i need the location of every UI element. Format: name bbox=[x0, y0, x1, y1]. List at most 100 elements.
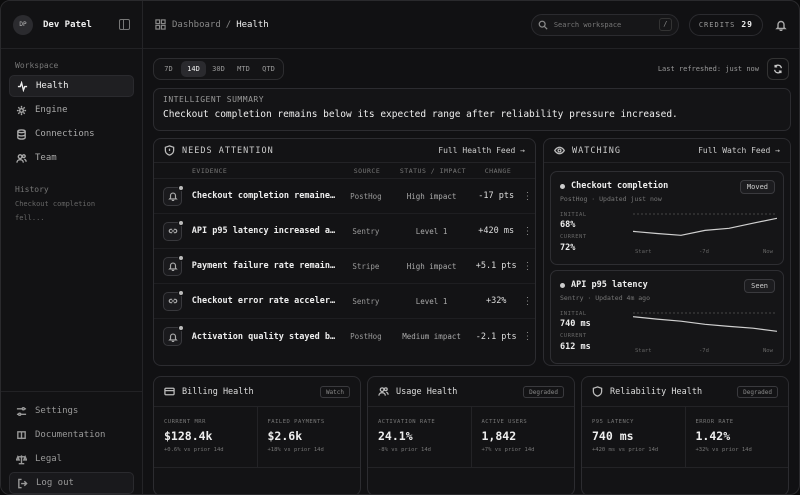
sidebar-footer: Settings Documentation Legal Log out bbox=[1, 391, 142, 494]
table-row[interactable]: API p95 latency increased after deploy Se… bbox=[154, 214, 535, 249]
table-row[interactable]: Checkout completion remained below range… bbox=[154, 179, 535, 214]
row-source: Sentry bbox=[352, 296, 380, 306]
range-mtd[interactable]: MTD bbox=[231, 61, 256, 77]
panel-header: NEEDS ATTENTION Full Health Feed → bbox=[154, 139, 535, 163]
link-icon bbox=[168, 228, 178, 234]
sidebar-item-connections[interactable]: Connections bbox=[9, 123, 134, 145]
full-watch-feed-link[interactable]: Full Watch Feed → bbox=[698, 146, 780, 155]
health-card-title: Billing Health bbox=[182, 386, 254, 397]
avatar[interactable]: DP bbox=[13, 14, 33, 35]
row-change: -17 pts bbox=[478, 191, 515, 201]
refresh-area: Last refreshed: just now bbox=[658, 58, 789, 80]
metric-cell: FAILED PAYMENTS $2.6k +18% vs prior 14d bbox=[256, 407, 361, 467]
range-30d[interactable]: 30D bbox=[206, 61, 231, 77]
notifications-button[interactable] bbox=[775, 19, 787, 31]
watch-card-subtitle: Sentry · Updated 4m ago bbox=[560, 294, 651, 302]
logout-button[interactable]: Log out bbox=[9, 472, 134, 494]
sidebar-item-engine[interactable]: Engine bbox=[9, 99, 134, 121]
top-bar: Dashboard / Health Search workspace / CR… bbox=[143, 1, 799, 49]
search-input[interactable]: Search workspace / bbox=[530, 13, 679, 36]
health-card-footer bbox=[368, 467, 574, 494]
col-change: CHANGE bbox=[484, 166, 512, 175]
row-icon-box bbox=[163, 184, 185, 206]
row-source: Sentry bbox=[352, 226, 380, 236]
health-card-title: Reliability Health bbox=[610, 386, 703, 397]
metric-delta: -8% vs prior 14d bbox=[378, 447, 431, 453]
metric-cell: ERROR RATE 1.42% +32% vs prior 14d bbox=[684, 407, 789, 467]
sidebar-item-legal[interactable]: Legal bbox=[9, 448, 134, 470]
current-label: CURRENT bbox=[560, 234, 587, 240]
table-row[interactable]: Checkout error rate accelerated Sentry Lev… bbox=[154, 284, 535, 319]
sidebar-item-settings[interactable]: Settings bbox=[9, 400, 134, 422]
row-status: Level 1 bbox=[415, 226, 448, 236]
breadcrumb-root[interactable]: Dashboard bbox=[172, 20, 221, 30]
watching-panel: WATCHING Full Watch Feed → Checkout comp… bbox=[543, 138, 791, 366]
health-card-footer bbox=[154, 467, 360, 494]
row-icon-cell bbox=[154, 184, 192, 206]
intelligent-summary: INTELLIGENT SUMMARY Checkout completion … bbox=[153, 88, 791, 131]
health-card-header: Billing Health Watch bbox=[154, 377, 360, 407]
search-icon bbox=[538, 20, 548, 30]
health-card-reliability-health[interactable]: Reliability Health Degraded P95 LATENCY 740… bbox=[581, 376, 789, 494]
health-card-header: Usage Health Degraded bbox=[368, 377, 574, 407]
sparkline-series bbox=[633, 217, 777, 236]
grid-icon bbox=[155, 19, 166, 30]
col-evidence: EVIDENCE bbox=[192, 166, 228, 175]
sidebar-item-documentation[interactable]: Documentation bbox=[9, 424, 134, 446]
table-row[interactable]: Activation quality stayed below range Pos… bbox=[154, 319, 535, 354]
health-card-usage-health[interactable]: Usage Health Degraded ACTIVATION RATE 24.1%… bbox=[367, 376, 575, 494]
watch-card-badge[interactable]: Moved bbox=[739, 180, 775, 194]
status-dot bbox=[178, 219, 185, 226]
sidebar-item-label: Connections bbox=[35, 129, 95, 139]
current-value: 612 ms bbox=[560, 342, 591, 352]
range-14d[interactable]: 14D bbox=[181, 61, 206, 77]
more-icon[interactable]: ⋮ bbox=[520, 296, 535, 307]
engine-icon bbox=[16, 105, 27, 115]
range-qtd[interactable]: QTD bbox=[256, 61, 281, 77]
more-icon[interactable]: ⋮ bbox=[520, 261, 535, 272]
row-icon-cell bbox=[154, 254, 192, 276]
row-icon-cell bbox=[154, 219, 192, 241]
watch-card[interactable]: API p95 latency Sentry · Updated 4m ago Se… bbox=[550, 270, 784, 364]
health-card-billing-health[interactable]: Billing Health Watch CURRENT MRR $128.4k +0.… bbox=[153, 376, 361, 494]
bell-icon bbox=[168, 333, 178, 342]
sliders-icon bbox=[16, 406, 27, 416]
bell-icon bbox=[168, 192, 178, 201]
health-card-badge: Degraded bbox=[523, 385, 564, 398]
axis-mid: -7d bbox=[699, 249, 709, 255]
refresh-icon bbox=[774, 64, 782, 74]
metric-value: $2.6k bbox=[267, 429, 303, 443]
row-icon-box bbox=[163, 289, 185, 311]
book-icon bbox=[17, 430, 26, 439]
col-source: SOURCE bbox=[353, 166, 381, 175]
refresh-button[interactable] bbox=[767, 58, 789, 80]
sidebar-item-health[interactable]: Health bbox=[9, 75, 134, 97]
more-icon[interactable]: ⋮ bbox=[520, 226, 535, 237]
needs-attention-panel: NEEDS ATTENTION Full Health Feed → EVIDE… bbox=[153, 138, 536, 366]
history-label: History bbox=[15, 185, 49, 194]
table-row[interactable]: Payment failure rate remained elevated St… bbox=[154, 249, 535, 284]
row-evidence: API p95 latency increased after deploy bbox=[191, 226, 341, 236]
sidebar-toggle-icon[interactable] bbox=[119, 19, 130, 30]
watch-card-badge[interactable]: Seen bbox=[744, 279, 775, 293]
eye-icon bbox=[554, 146, 565, 155]
credits-badge[interactable]: CREDITS 29 bbox=[688, 13, 763, 36]
full-health-feed-link[interactable]: Full Health Feed → bbox=[438, 146, 525, 155]
metric-cell: CURRENT MRR $128.4k +0.6% vs prior 14d bbox=[154, 407, 257, 467]
more-icon[interactable]: ⋮ bbox=[520, 191, 535, 202]
status-dot bbox=[560, 282, 565, 288]
card-icon bbox=[164, 387, 175, 396]
breadcrumb-current: Health bbox=[236, 19, 269, 30]
metric-value: 740 ms bbox=[592, 429, 634, 443]
watch-card[interactable]: Checkout completion PostHog · Updated jus… bbox=[550, 171, 784, 265]
sidebar-item-label: Documentation bbox=[35, 430, 106, 440]
current-value: 72% bbox=[560, 243, 576, 253]
history-item[interactable]: Checkout completion fell... bbox=[1, 197, 142, 222]
sidebar-item-team[interactable]: Team bbox=[9, 147, 134, 169]
link-icon bbox=[168, 298, 178, 304]
metric-value: 1,842 bbox=[481, 429, 517, 443]
range-7d[interactable]: 7D bbox=[156, 61, 181, 77]
more-icon[interactable]: ⋮ bbox=[520, 331, 535, 342]
status-dot bbox=[560, 183, 565, 189]
sparkline-chart bbox=[633, 213, 777, 236]
